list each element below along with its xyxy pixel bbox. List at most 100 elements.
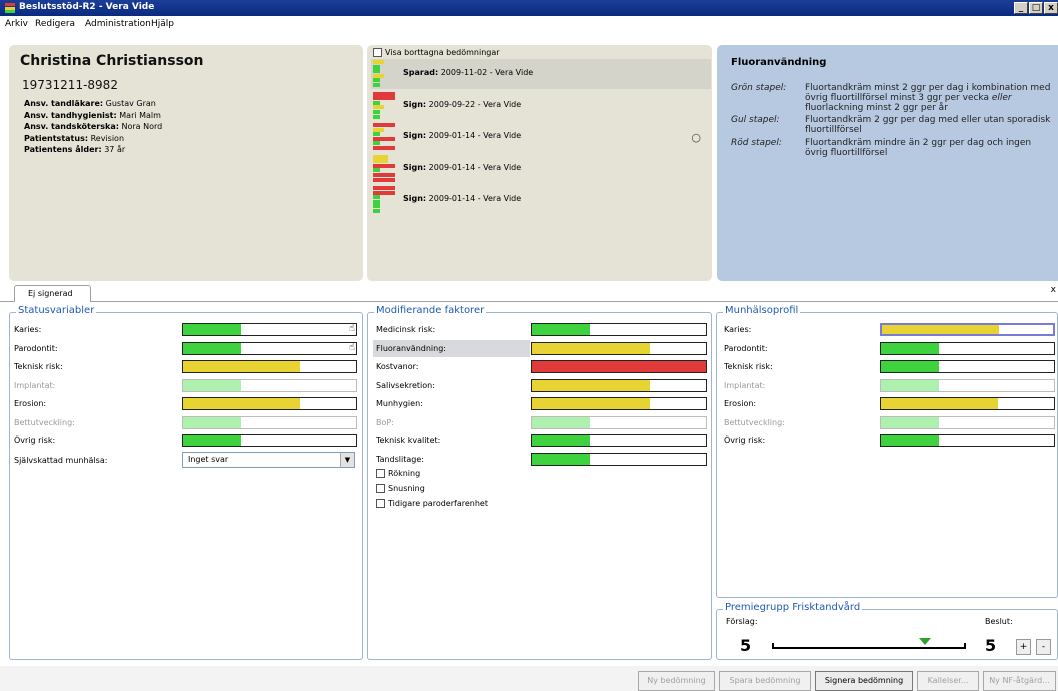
modifying-factor-bar[interactable] (531, 323, 707, 336)
maximize-button[interactable]: □ (1029, 2, 1043, 14)
checkbox-box[interactable] (373, 48, 382, 57)
assessment-status: Sign: (403, 131, 427, 140)
bar-fill (183, 342, 241, 354)
bar-fill (532, 398, 650, 409)
profile-label: Teknisk risk: (724, 362, 773, 371)
mini-bar (373, 163, 395, 168)
modifying-factor-bar[interactable] (531, 378, 707, 392)
premie-slider-track[interactable] (772, 647, 966, 649)
status-variable-label: Erosion: (14, 399, 47, 408)
self-rated-select[interactable]: Inget svar ▼ (182, 452, 355, 468)
patient-info-row: Patientstatus: Revision (24, 134, 124, 143)
increase-button[interactable]: + (1016, 639, 1031, 655)
patient-info-key: Patientens ålder: (24, 145, 102, 154)
bar-fill (532, 324, 590, 335)
status-variable-label: Parodontit: (14, 343, 58, 353)
assessment-text: Sign: 2009-01-14 - Vera Vide (403, 131, 521, 140)
assessment-list-item[interactable]: Sign: 2009-01-14 - Vera Vide ○ (371, 122, 711, 152)
comment-icon[interactable]: ○ (691, 131, 701, 144)
assessment-list-item[interactable]: Sign: 2009-09-22 - Vera Vide (371, 91, 711, 121)
assessment-text: Sign: 2009-09-22 - Vera Vide (403, 100, 521, 109)
profile-label: Parodontit: (724, 343, 768, 353)
action-button[interactable]: Spara bedömning (719, 671, 811, 691)
action-button[interactable]: Ny bedömning (638, 671, 715, 691)
tab-ej-signerad[interactable]: Ej signerad (14, 285, 91, 302)
mini-bar (373, 172, 395, 177)
mini-bar (373, 132, 380, 137)
chevron-down-icon[interactable]: ▼ (340, 453, 354, 467)
menu-administration[interactable]: Administration (85, 19, 151, 29)
patient-info-key: Ansv. tandhygienist: (24, 110, 117, 120)
modifying-factor-label: Teknisk kvalitet: (376, 436, 441, 445)
decision-label: Beslut: (985, 617, 1013, 626)
bar-fill (532, 342, 650, 354)
checkbox-box[interactable] (376, 484, 385, 493)
profile-label: Erosion: (724, 399, 757, 408)
premie-title: Premiegrupp Frisktandvård (723, 602, 863, 613)
action-button[interactable]: Ny NF-åtgärd... (983, 671, 1056, 691)
assessment-date-author: 2009-09-22 - Vera Vide (428, 99, 522, 109)
mini-bar (373, 105, 384, 110)
modifying-factor-bar[interactable] (531, 341, 707, 355)
assessment-status: Sign: (403, 194, 427, 203)
patient-info-value: Nora Nord (121, 122, 163, 131)
bar-fill (881, 379, 939, 391)
modifying-checkbox[interactable]: Snusning (376, 484, 425, 493)
decrease-button[interactable]: - (1036, 639, 1051, 655)
patient-id: 19731211-8982 (22, 78, 118, 92)
mini-bar (373, 190, 395, 195)
menu-arkiv[interactable]: Arkiv (5, 19, 28, 29)
tab-close-icon[interactable]: x (1051, 285, 1056, 295)
bar-fill (532, 416, 590, 428)
self-rated-label: Självskattad munhälsa: (14, 456, 108, 465)
profile-bar[interactable] (880, 323, 1055, 336)
patient-info-row: Ansv. tandsköterska: Nora Nord (24, 122, 162, 131)
assessment-status: Sign: (403, 99, 427, 109)
modifying-factor-label: Salivsekretion: (376, 380, 435, 390)
status-variable-bar[interactable]: ☝ (182, 341, 357, 355)
status-variable-bar[interactable] (182, 397, 357, 410)
checkbox-box[interactable] (376, 499, 385, 508)
show-removed-checkbox[interactable]: Visa borttagna bedömningar (373, 48, 500, 57)
premie-slider-thumb[interactable] (919, 638, 931, 645)
minimize-button[interactable]: _ (1014, 2, 1028, 14)
action-button[interactable]: Kallelser... (917, 671, 979, 691)
modifying-checkbox[interactable]: Tidigare paroderfarenhet (376, 499, 488, 508)
assessment-list-item[interactable]: Sparad: 2009-11-02 - Vera Vide (371, 59, 711, 89)
checkbox-label: Snusning (388, 484, 425, 493)
assessment-date-author: 2009-01-14 - Vera Vide (428, 162, 522, 172)
profile-bar[interactable] (880, 341, 1055, 355)
action-button[interactable]: Signera bedömning (815, 671, 913, 691)
bar-fill (881, 342, 939, 354)
patient-info-key: Ansv. tandläkare: (24, 99, 104, 108)
menu-hjalp[interactable]: Hjälp (151, 19, 174, 29)
bar-fill (532, 361, 706, 372)
status-variable-bar (182, 378, 357, 392)
profile-bar[interactable] (880, 397, 1055, 410)
modifying-factor-bar[interactable] (531, 452, 707, 466)
assessment-text: Sign: 2009-01-14 - Vera Vide (403, 194, 521, 203)
assessment-date-author: 2009-01-14 - Vera Vide (428, 131, 522, 140)
menu-redigera[interactable]: Redigera (35, 19, 75, 29)
profile-label: Karies: (724, 325, 752, 334)
mini-bar (373, 146, 395, 150)
modifying-checkbox[interactable]: Rökning (376, 469, 420, 478)
assessment-list-item[interactable]: Sign: 2009-01-14 - Vera Vide (371, 154, 711, 184)
profile-bar[interactable] (880, 360, 1055, 373)
modifying-factor-bar[interactable] (531, 360, 707, 373)
assessment-list-item[interactable]: Sign: 2009-01-14 - Vera Vide (371, 185, 711, 215)
patient-name: Christina Christiansson (20, 53, 204, 69)
checkbox-box[interactable] (376, 469, 385, 478)
profile-bar (880, 415, 1055, 429)
status-variable-bar[interactable] (182, 434, 357, 447)
status-variable-bar[interactable]: ☝ (182, 323, 357, 336)
modifying-factor-bar[interactable] (531, 434, 707, 447)
modifying-factor-bar (531, 415, 707, 429)
status-variable-bar[interactable] (182, 360, 357, 373)
profile-bar[interactable] (880, 434, 1055, 447)
close-button[interactable]: x (1044, 2, 1058, 14)
fluor-legend-key: Grön stapel: (731, 83, 787, 93)
checkbox-label: Rökning (388, 469, 421, 478)
modifying-factor-bar[interactable] (531, 397, 707, 410)
mini-bar (373, 83, 380, 87)
